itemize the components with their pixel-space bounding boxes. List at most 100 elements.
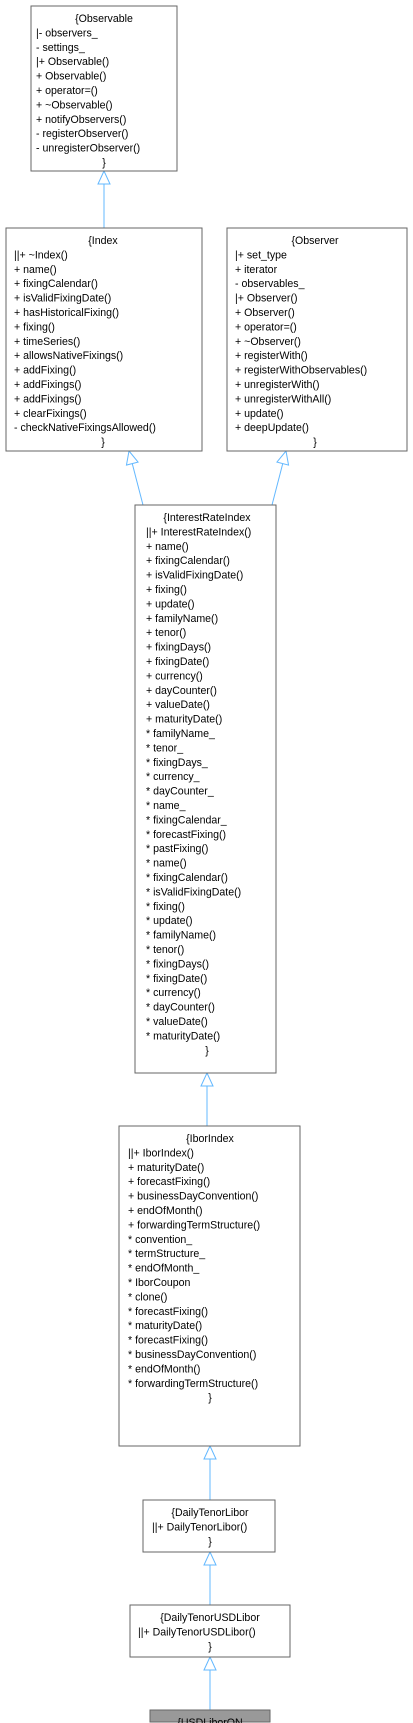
class-member: + fixing() bbox=[146, 584, 187, 596]
class-member: + ~Observer() bbox=[235, 336, 301, 348]
class-member: + notifyObservers() bbox=[36, 114, 126, 126]
class-member: + hasHistoricalFixing() bbox=[14, 307, 119, 319]
class-member: + fixing() bbox=[14, 321, 55, 333]
class-member: * familyName_ bbox=[146, 728, 216, 740]
class-member: + valueDate() bbox=[146, 699, 210, 711]
hollow-arrowhead bbox=[276, 449, 290, 466]
class-member: |+ set_type bbox=[235, 249, 287, 261]
class-member: + Observer() bbox=[235, 307, 295, 319]
class-member: * businessDayConvention() bbox=[128, 1349, 256, 1361]
class-member: * name() bbox=[146, 858, 187, 870]
class-member: * familyName() bbox=[146, 930, 216, 942]
class-member: - unregisterObserver() bbox=[36, 143, 140, 155]
class-node-observable[interactable]: {Observable |- observers_ - settings_ |+ Ob… bbox=[30, 5, 178, 172]
class-node-usd-libor-on[interactable]: {USDLiborON||+ USDLiborON() bbox=[149, 1709, 271, 1723]
class-member: + addFixings() bbox=[14, 379, 81, 391]
class-node-interest-rate-index[interactable]: {InterestRateIndex ||+ InterestRateIndex(… bbox=[134, 504, 277, 1074]
inheritance-arrow bbox=[97, 169, 111, 228]
hollow-arrowhead bbox=[203, 1655, 217, 1671]
class-member: * isValidFixingDate() bbox=[146, 886, 241, 898]
class-close-brace: } bbox=[208, 1536, 212, 1548]
class-member: + fixingDays() bbox=[146, 642, 211, 654]
class-member: - settings_ bbox=[36, 42, 86, 54]
class-member: * maturityDate() bbox=[128, 1320, 202, 1332]
class-member: - registerObserver() bbox=[36, 128, 128, 140]
class-member: + fixingDate() bbox=[146, 656, 209, 668]
class-member: + name() bbox=[146, 541, 189, 553]
class-member: |- observers_ bbox=[36, 27, 99, 39]
hollow-arrowhead bbox=[203, 1550, 217, 1566]
class-member: * fixingCalendar() bbox=[146, 872, 228, 884]
class-member: + endOfMonth() bbox=[128, 1205, 203, 1217]
class-title: {DailyTenorLibor bbox=[171, 1507, 249, 1519]
class-close-brace: } bbox=[101, 437, 105, 449]
class-member: * fixingCalendar_ bbox=[146, 814, 228, 826]
inheritance-arrow bbox=[203, 1444, 217, 1500]
class-member: + currency() bbox=[146, 670, 203, 682]
class-node-daily-tenor-usd-libor[interactable]: {DailyTenorUSDLibor ||+ DailyTenorUSDLibo… bbox=[129, 1604, 291, 1658]
class-member: * endOfMonth() bbox=[128, 1363, 200, 1375]
hollow-arrowhead bbox=[203, 1444, 217, 1460]
class-member: * fixingDays() bbox=[146, 958, 209, 970]
class-node-index[interactable]: {Index ||+ ~Index() + name() + fixingCalend… bbox=[5, 227, 203, 452]
class-member: * dayCounter() bbox=[146, 1002, 215, 1014]
class-member: + update() bbox=[235, 408, 284, 420]
class-member: + tenor() bbox=[146, 627, 186, 639]
class-member: * currency_ bbox=[146, 771, 201, 783]
hollow-arrowhead bbox=[125, 449, 139, 466]
hollow-arrowhead bbox=[97, 169, 111, 185]
class-member: + iterator bbox=[235, 264, 278, 276]
class-member: + fixingCalendar() bbox=[14, 278, 98, 290]
class-member: + isValidFixingDate() bbox=[14, 293, 111, 305]
class-member: * update() bbox=[146, 915, 193, 927]
class-nodes: {Observable |- observers_ - settings_ |+ Ob… bbox=[5, 5, 408, 1723]
class-member: * forecastFixing() bbox=[128, 1306, 208, 1318]
class-member: + businessDayConvention() bbox=[128, 1191, 258, 1203]
class-close-brace: } bbox=[313, 437, 317, 449]
class-member: + addFixings() bbox=[14, 393, 81, 405]
class-member: ||+ DailyTenorLibor() bbox=[152, 1521, 247, 1533]
class-title: {Index bbox=[88, 235, 118, 247]
class-member: * forwardingTermStructure() bbox=[128, 1378, 258, 1390]
class-member: * IborCoupon bbox=[128, 1277, 191, 1289]
class-node-observer[interactable]: {Observer |+ set_type + iterator - observab… bbox=[226, 227, 408, 452]
class-inheritance-diagram: {Observable |- observers_ - settings_ |+ Ob… bbox=[5, 5, 408, 1723]
inheritance-arrow bbox=[200, 1071, 214, 1126]
class-member: * fixingDays_ bbox=[146, 757, 209, 769]
class-member: * valueDate() bbox=[146, 1016, 208, 1028]
class-member: + name() bbox=[14, 264, 57, 276]
class-member: + allowsNativeFixings() bbox=[14, 350, 123, 362]
class-member: + ~Observable() bbox=[36, 99, 113, 111]
class-member: + operator=() bbox=[36, 85, 98, 97]
class-member: * currency() bbox=[146, 987, 201, 999]
class-close-brace: } bbox=[205, 1045, 209, 1057]
class-member: + addFixing() bbox=[14, 365, 76, 377]
class-member: * forecastFixing() bbox=[128, 1335, 208, 1347]
class-member: * termStructure_ bbox=[128, 1248, 206, 1260]
class-member: + forecastFixing() bbox=[128, 1176, 210, 1188]
class-title: {Observer bbox=[291, 235, 339, 247]
class-member: + deepUpdate() bbox=[235, 422, 309, 434]
class-member: + maturityDate() bbox=[146, 714, 222, 726]
class-member: ||+ IborIndex() bbox=[128, 1147, 194, 1159]
class-member: + timeSeries() bbox=[14, 336, 80, 348]
class-member: * convention_ bbox=[128, 1234, 193, 1246]
class-close-brace: } bbox=[208, 1641, 212, 1653]
class-node-ibor-index[interactable]: {IborIndex ||+ IborIndex() + maturityDate(… bbox=[118, 1125, 301, 1447]
class-title: {IborIndex bbox=[186, 1133, 234, 1145]
class-member: ||+ InterestRateIndex() bbox=[146, 526, 251, 538]
edge-line bbox=[271, 463, 284, 506]
class-member: * tenor_ bbox=[146, 742, 184, 754]
class-member: * tenor() bbox=[146, 944, 184, 956]
class-close-brace: } bbox=[102, 157, 106, 169]
class-member: * maturityDate() bbox=[146, 1030, 220, 1042]
class-member: * fixing() bbox=[146, 901, 185, 913]
class-member: + unregisterWith() bbox=[235, 379, 319, 391]
class-member: + fixingCalendar() bbox=[146, 555, 230, 567]
class-member: + forwardingTermStructure() bbox=[128, 1219, 260, 1231]
class-member: |+ Observable() bbox=[36, 56, 109, 68]
class-member: - observables_ bbox=[235, 278, 306, 290]
class-node-daily-tenor-libor[interactable]: {DailyTenorLibor ||+ DailyTenorLibor()} bbox=[142, 1499, 276, 1553]
inheritance-arrow bbox=[203, 1550, 217, 1605]
class-member: + clearFixings() bbox=[14, 408, 87, 420]
